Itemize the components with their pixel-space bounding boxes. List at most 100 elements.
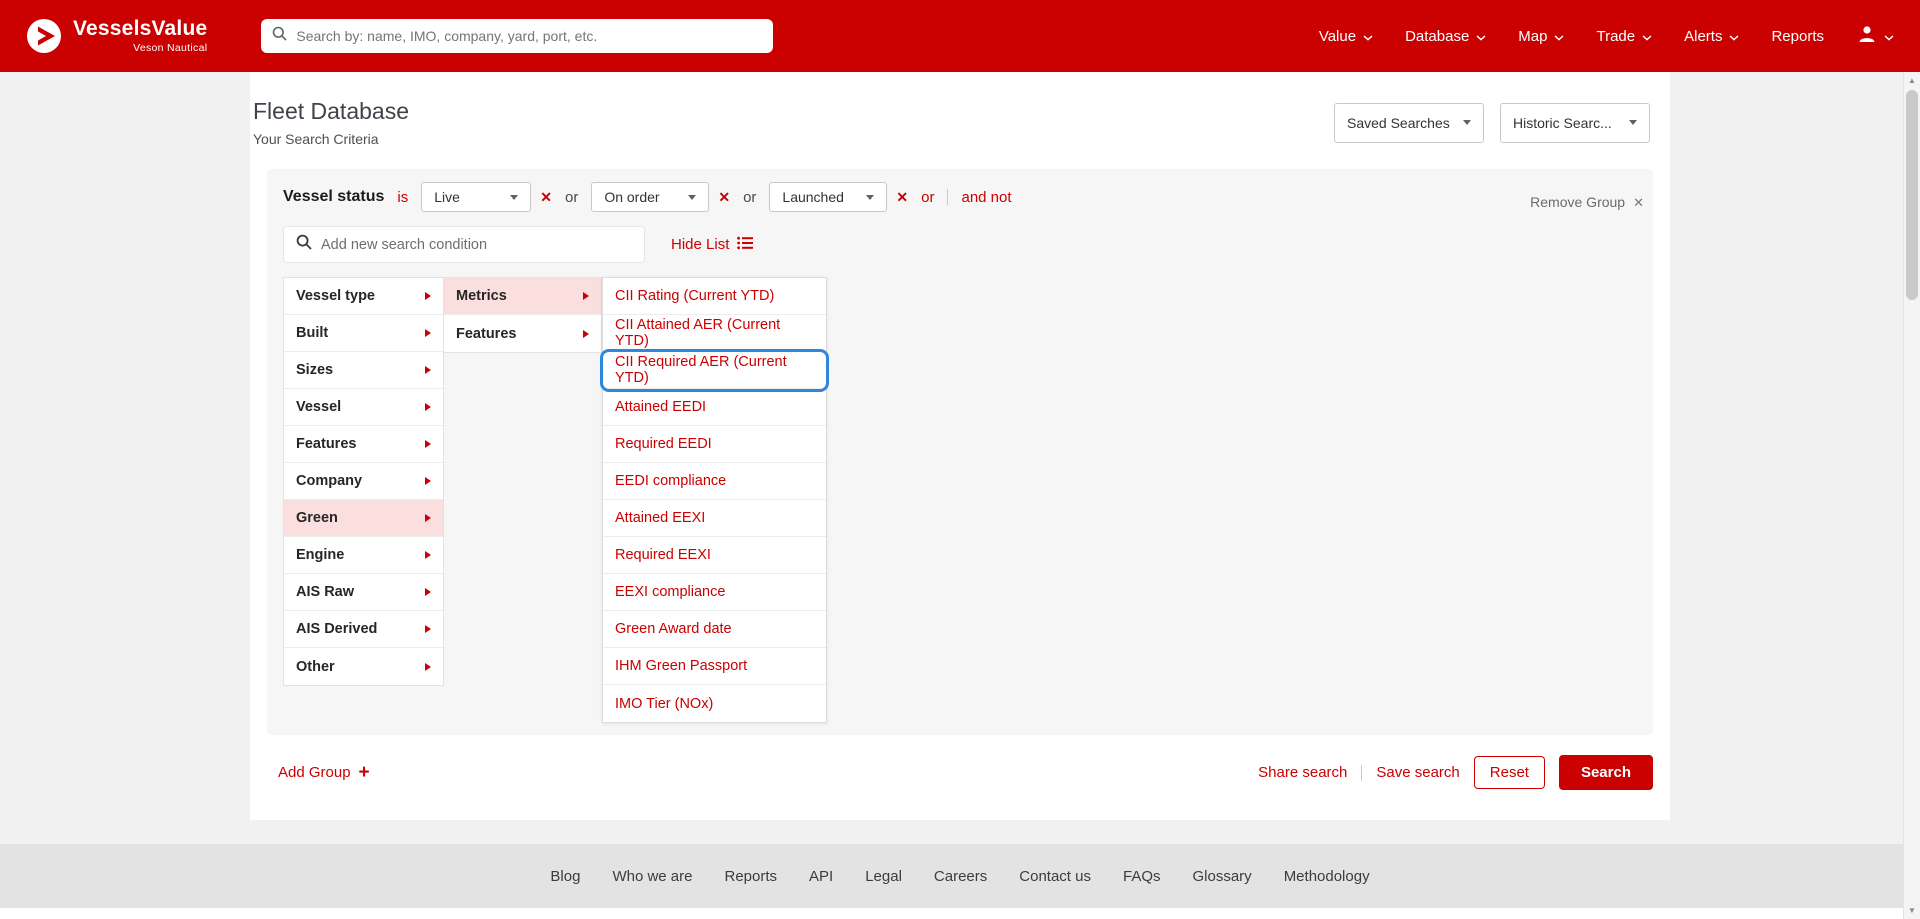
menu-item-vessel-type[interactable]: Vessel type: [284, 278, 443, 315]
vessel-status-select-3[interactable]: Launched: [769, 182, 887, 212]
footer-link-blog[interactable]: Blog: [550, 868, 580, 885]
menu-item-label: IHM Green Passport: [615, 658, 747, 674]
scroll-down-button[interactable]: ▼: [1904, 902, 1920, 919]
arrow-right-icon: [425, 625, 431, 633]
list-icon: [737, 236, 753, 254]
vessel-status-select-1[interactable]: Live: [421, 182, 531, 212]
hide-list-toggle[interactable]: Hide List: [671, 236, 753, 254]
global-search-input[interactable]: [296, 28, 762, 44]
or-label: or: [743, 189, 756, 206]
add-or-value-link[interactable]: or: [921, 189, 934, 206]
nav-item-value[interactable]: Value: [1319, 28, 1373, 45]
reset-button[interactable]: Reset: [1474, 756, 1545, 789]
metric-item-eexi-compliance[interactable]: EEXI compliance: [603, 574, 826, 611]
save-search-link[interactable]: Save search: [1376, 764, 1459, 781]
menu-item-ais-raw[interactable]: AIS Raw: [284, 574, 443, 611]
menu-item-label: IMO Tier (NOx): [615, 696, 713, 712]
submenu-item-metrics[interactable]: Metrics: [444, 278, 601, 315]
footer-link-reports[interactable]: Reports: [724, 868, 777, 885]
add-condition-search: [283, 226, 645, 263]
footer-link-contact-us[interactable]: Contact us: [1019, 868, 1091, 885]
metric-item-cii-rating[interactable]: CII Rating (Current YTD): [603, 278, 826, 315]
footer: Blog Who we are Reports API Legal Career…: [0, 844, 1920, 908]
chevron-down-icon: [1463, 120, 1471, 125]
remove-value-button[interactable]: ✕: [718, 190, 730, 204]
nav-item-map[interactable]: Map: [1518, 28, 1564, 45]
arrow-right-icon: [425, 440, 431, 448]
or-label: or: [565, 189, 578, 206]
remove-group-button[interactable]: Remove Group ✕: [1530, 194, 1644, 210]
menu-item-vessel[interactable]: Vessel: [284, 389, 443, 426]
menu-item-label: Engine: [296, 547, 344, 563]
condition-row: Hide List: [283, 226, 1637, 263]
footer-link-legal[interactable]: Legal: [865, 868, 902, 885]
menu-item-label: Attained EEXI: [615, 510, 705, 526]
menu-item-sizes[interactable]: Sizes: [284, 352, 443, 389]
brand-logo-link[interactable]: VesselsValue Veson Nautical: [26, 18, 207, 54]
menu-item-other[interactable]: Other: [284, 648, 443, 685]
metric-item-attained-eexi[interactable]: Attained EEXI: [603, 500, 826, 537]
scroll-up-button[interactable]: ▲: [1904, 72, 1920, 89]
metric-item-cii-attained-aer[interactable]: CII Attained AER (Current YTD): [603, 315, 826, 352]
menu-item-label: Company: [296, 473, 362, 489]
dropdown-value: Saved Searches: [1347, 115, 1450, 131]
up-arrow-icon: ▲: [1908, 76, 1916, 85]
vessel-status-select-2[interactable]: On order: [591, 182, 709, 212]
menu-item-label: Required EEDI: [615, 436, 712, 452]
and-not-link[interactable]: and not: [961, 189, 1011, 206]
search-actions: Share search Save search Reset Search: [1258, 755, 1653, 790]
scrollbar-thumb[interactable]: [1906, 90, 1918, 300]
menu-item-company[interactable]: Company: [284, 463, 443, 500]
chevron-down-icon: [1363, 28, 1373, 45]
submenu-item-features[interactable]: Features: [444, 315, 601, 352]
footer-link-who-we-are[interactable]: Who we are: [612, 868, 692, 885]
footer-link-api[interactable]: API: [809, 868, 833, 885]
add-group-label: Add Group: [278, 764, 351, 781]
nav-item-label: Trade: [1596, 28, 1635, 45]
footer-link-faqs[interactable]: FAQs: [1123, 868, 1161, 885]
metric-item-attained-eedi[interactable]: Attained EEDI: [603, 389, 826, 426]
menu-item-engine[interactable]: Engine: [284, 537, 443, 574]
nav-item-reports[interactable]: Reports: [1771, 28, 1824, 45]
metric-item-green-award-date[interactable]: Green Award date: [603, 611, 826, 648]
close-icon: ✕: [1633, 196, 1644, 209]
remove-value-button[interactable]: ✕: [896, 190, 908, 204]
metric-item-cii-required-aer[interactable]: CII Required AER (Current YTD): [603, 352, 826, 389]
scrollbar[interactable]: ▲ ▼: [1903, 72, 1920, 919]
menu-item-built[interactable]: Built: [284, 315, 443, 352]
metric-item-imo-tier-nox[interactable]: IMO Tier (NOx): [603, 685, 826, 722]
share-search-link[interactable]: Share search: [1258, 764, 1347, 781]
metric-item-ihm-green-passport[interactable]: IHM Green Passport: [603, 648, 826, 685]
nav-item-trade[interactable]: Trade: [1596, 28, 1652, 45]
nav-item-label: Map: [1518, 28, 1547, 45]
menu-item-features[interactable]: Features: [284, 426, 443, 463]
menu-level-1: Vessel type Built Sizes Vessel Features …: [283, 277, 444, 686]
footer-link-methodology[interactable]: Methodology: [1284, 868, 1370, 885]
nav-item-alerts[interactable]: Alerts: [1684, 28, 1739, 45]
menu-item-ais-derived[interactable]: AIS Derived: [284, 611, 443, 648]
menu-level-3: CII Rating (Current YTD) CII Attained AE…: [602, 277, 827, 723]
remove-value-button[interactable]: ✕: [540, 190, 552, 204]
arrow-right-icon: [425, 588, 431, 596]
nav-item-database[interactable]: Database: [1405, 28, 1486, 45]
footer-link-careers[interactable]: Careers: [934, 868, 987, 885]
add-group-button[interactable]: Add Group +: [278, 763, 370, 782]
menu-item-green[interactable]: Green: [284, 500, 443, 537]
brand-text: VesselsValue Veson Nautical: [73, 18, 207, 54]
add-condition-input[interactable]: [321, 237, 632, 253]
menu-item-label: Metrics: [456, 288, 507, 304]
saved-searches-dropdown[interactable]: Saved Searches: [1334, 103, 1484, 143]
menu-item-label: EEXI compliance: [615, 584, 725, 600]
menu-item-label: Sizes: [296, 362, 333, 378]
historic-searches-dropdown[interactable]: Historic Searc...: [1500, 103, 1650, 143]
nav-item-label: Alerts: [1684, 28, 1722, 45]
menu-item-label: AIS Raw: [296, 584, 354, 600]
user-menu[interactable]: [1856, 23, 1894, 49]
search-button[interactable]: Search: [1559, 755, 1653, 790]
search-icon: [296, 234, 312, 255]
metric-item-eedi-compliance[interactable]: EEDI compliance: [603, 463, 826, 500]
footer-link-glossary[interactable]: Glossary: [1193, 868, 1252, 885]
metric-item-required-eedi[interactable]: Required EEDI: [603, 426, 826, 463]
hide-list-label: Hide List: [671, 236, 729, 253]
metric-item-required-eexi[interactable]: Required EEXI: [603, 537, 826, 574]
